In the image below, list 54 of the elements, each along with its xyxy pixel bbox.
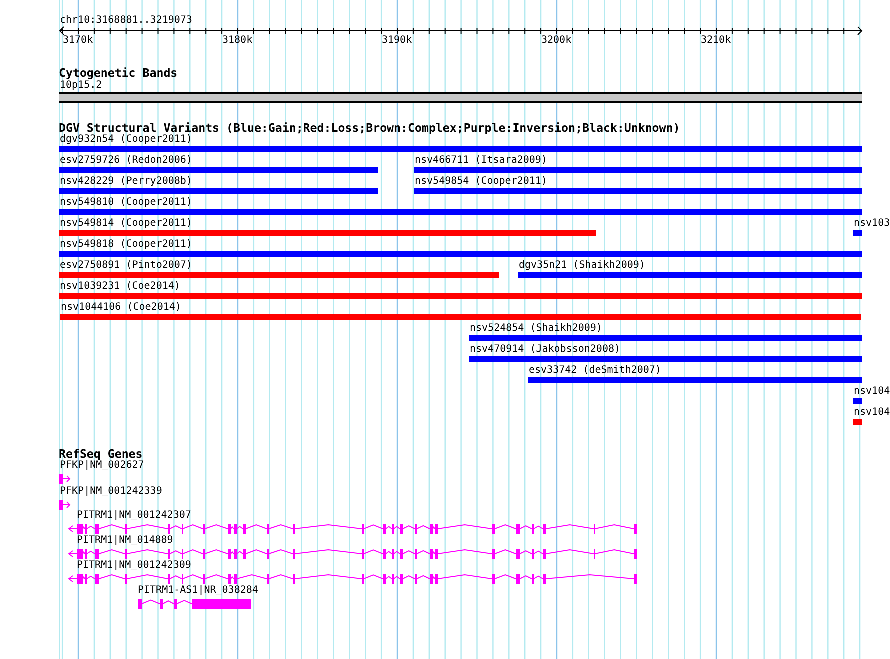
variant-bar[interactable]: [59, 293, 862, 299]
variant-bar[interactable]: [414, 167, 862, 173]
feature-label: dgv35n21 (Shaikh2009): [519, 260, 646, 272]
feature-label: nsv549818 (Cooper2011): [60, 239, 192, 251]
gene-model-drawing: [59, 474, 71, 484]
variant-bar[interactable]: [59, 209, 862, 215]
gene-label: PITRM1|NM_001242307: [77, 510, 192, 522]
feature-label: nsv466711 (Itsara2009): [415, 155, 548, 167]
variant-bar[interactable]: [59, 188, 378, 194]
variant-bar[interactable]: [59, 167, 378, 173]
gene-model-drawing: [59, 500, 71, 510]
feature-label: nsv470914 (Jakobsson2008): [470, 344, 621, 356]
feature-label: nsv104: [854, 386, 890, 398]
variant-bar[interactable]: [518, 272, 862, 278]
variant-bar[interactable]: [469, 356, 862, 362]
feature-label: nsv103: [854, 218, 890, 230]
gene-label: PITRM1|NM_001242309: [77, 560, 192, 572]
feature-label: nsv549810 (Cooper2011): [60, 197, 192, 209]
feature-label: esv2750891 (Pinto2007): [60, 260, 192, 272]
feature-label: nsv1039231 (Coe2014): [60, 281, 180, 293]
track-title: RefSeq Genes: [59, 447, 143, 461]
variant-bar[interactable]: [59, 230, 596, 236]
feature-label: nsv1044106 (Coe2014): [61, 302, 182, 314]
location-label: chr10:3168881..3219073: [60, 15, 192, 27]
feature-label: nsv428229 (Perry2008b): [60, 176, 192, 188]
variant-bar[interactable]: [528, 377, 862, 383]
feature-label: nsv104: [854, 407, 890, 419]
gene-label: PITRM1|NM_014889: [77, 535, 174, 547]
variant-bar[interactable]: [853, 398, 862, 404]
band-label: 10p15.2: [60, 80, 102, 92]
tick-label: 3200k: [542, 35, 572, 47]
feature-label: esv2759726 (Redon2006): [60, 155, 192, 167]
feature-label: esv33742 (deSmith2007): [529, 365, 662, 377]
feature-label: nsv549854 (Cooper2011): [415, 176, 548, 188]
variant-bar[interactable]: [853, 230, 862, 236]
variant-bar[interactable]: [414, 188, 862, 194]
tick-label: 3180k: [222, 35, 253, 47]
feature-label: nsv524854 (Shaikh2009): [470, 323, 602, 335]
variant-bar[interactable]: [853, 419, 862, 425]
feature-label: dgv932n54 (Cooper2011): [60, 134, 192, 146]
variant-bar[interactable]: [59, 146, 862, 152]
track-title: DGV Structural Variants (Blue:Gain;Red:Loss;Brown:Complex;Purple:Inversion;Black:Unknown): [59, 121, 680, 135]
gene-label: PFKP|NM_001242339: [60, 486, 162, 498]
variant-bar[interactable]: [60, 314, 861, 320]
gene-label: PITRM1-AS1|NR_038284: [138, 585, 258, 597]
tick-label: 3210k: [701, 35, 732, 47]
track-title: Cytogenetic Bands: [59, 66, 178, 80]
tick-label: 3170k: [63, 35, 94, 47]
tick-label: 3190k: [382, 35, 412, 47]
feature-label: nsv549814 (Cooper2011): [60, 218, 192, 230]
variant-bar[interactable]: [59, 251, 862, 257]
variant-bar[interactable]: [469, 335, 862, 341]
gene-label: PFKP|NM_002627: [60, 460, 144, 472]
variant-bar[interactable]: [59, 272, 499, 278]
